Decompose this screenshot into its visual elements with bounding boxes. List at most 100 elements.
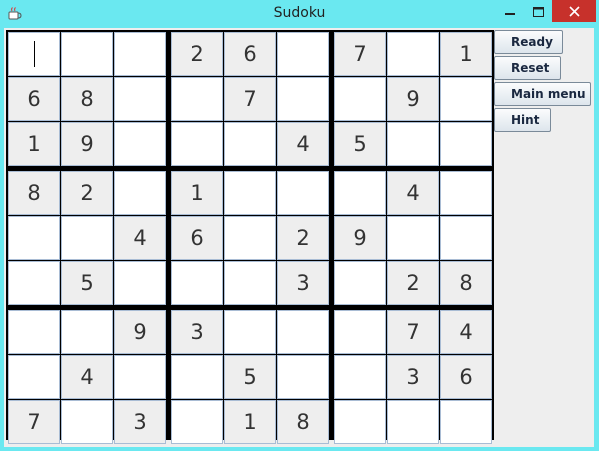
sudoku-cell-input[interactable] [8,32,60,76]
sudoku-cell-given[interactable]: 2 [61,171,113,215]
sudoku-cell-input[interactable] [114,171,166,215]
sudoku-cell-input[interactable] [224,171,276,215]
sudoku-cell-given[interactable]: 4 [440,310,492,354]
sudoku-cell-input[interactable] [334,355,386,399]
sudoku-cell-given[interactable]: 5 [224,355,276,399]
sudoku-cell-given[interactable]: 2 [171,32,223,76]
sudoku-cell-given[interactable]: 4 [387,171,439,215]
cell-value: 9 [353,226,367,250]
sudoku-cell-given[interactable]: 1 [171,171,223,215]
sudoku-cell-input[interactable] [440,171,492,215]
sudoku-cell-input[interactable] [114,32,166,76]
sudoku-cell-input[interactable] [334,261,386,305]
sudoku-cell-input[interactable] [277,355,329,399]
sudoku-cell-given[interactable]: 4 [61,355,113,399]
sudoku-cell-input[interactable] [61,32,113,76]
sudoku-cell-given[interactable]: 1 [8,122,60,166]
maximize-button[interactable] [524,0,552,22]
sudoku-cell-given[interactable]: 5 [61,261,113,305]
sudoku-cell-given[interactable]: 3 [114,400,166,444]
sudoku-cell-given[interactable]: 3 [277,261,329,305]
sudoku-cell-input[interactable] [277,310,329,354]
sudoku-cell-input[interactable] [8,216,60,260]
sudoku-cell-input[interactable] [440,216,492,260]
sudoku-cell-input[interactable] [171,122,223,166]
minimize-button[interactable] [496,0,524,22]
sudoku-cell-given[interactable]: 8 [277,400,329,444]
cell-value: 6 [27,87,41,111]
sudoku-cell-given[interactable]: 5 [334,122,386,166]
sudoku-cell-given[interactable]: 2 [277,216,329,260]
sudoku-cell-input[interactable] [277,77,329,121]
sudoku-cell-input[interactable] [8,310,60,354]
sudoku-cell-given[interactable]: 9 [387,77,439,121]
minimize-icon [505,2,515,21]
sudoku-cell-input[interactable] [334,171,386,215]
sudoku-cell-given[interactable]: 6 [224,32,276,76]
sudoku-cell-input[interactable] [8,355,60,399]
sudoku-cell-given[interactable]: 6 [440,355,492,399]
sudoku-cell-given[interactable]: 4 [114,216,166,260]
sudoku-cell-input[interactable] [387,400,439,444]
cell-value: 2 [80,181,94,205]
sudoku-cell-given[interactable]: 9 [114,310,166,354]
sudoku-cell-input[interactable] [61,216,113,260]
sudoku-cell-given[interactable]: 9 [61,122,113,166]
sudoku-cell-input[interactable] [171,355,223,399]
sudoku-cell-given[interactable]: 6 [8,77,60,121]
sudoku-cell-given[interactable]: 6 [171,216,223,260]
title-bar[interactable]: Sudoku [0,0,599,28]
cell-value: 1 [190,181,204,205]
maximize-icon [532,2,544,21]
sudoku-cell-input[interactable] [114,355,166,399]
sudoku-cell-given[interactable]: 7 [8,400,60,444]
sudoku-cell-input[interactable] [387,32,439,76]
hint-button[interactable]: Hint [494,108,551,132]
sudoku-cell-given[interactable]: 4 [277,122,329,166]
sudoku-cell-given[interactable]: 3 [171,310,223,354]
main-menu-button[interactable]: Main menu [494,82,591,106]
sudoku-cell-input[interactable] [387,216,439,260]
cell-value: 2 [190,42,204,66]
sudoku-cell-input[interactable] [277,171,329,215]
sudoku-cell-input[interactable] [171,77,223,121]
close-button[interactable] [552,0,596,22]
sudoku-cell-input[interactable] [334,77,386,121]
sudoku-cell-given[interactable]: 7 [334,32,386,76]
sudoku-cell-input[interactable] [387,122,439,166]
cell-value: 6 [190,226,204,250]
sudoku-cell-input[interactable] [114,77,166,121]
sudoku-cell-input[interactable] [114,261,166,305]
sudoku-cell-input[interactable] [224,261,276,305]
sudoku-cell-given[interactable]: 1 [224,400,276,444]
sudoku-cell-given[interactable]: 2 [387,261,439,305]
sudoku-cell-input[interactable] [224,310,276,354]
ready-button[interactable]: Ready [494,30,563,54]
sudoku-cell-given[interactable]: 1 [440,32,492,76]
sudoku-cell-given[interactable]: 8 [8,171,60,215]
sudoku-cell-input[interactable] [61,310,113,354]
sudoku-cell-input[interactable] [114,122,166,166]
sudoku-cell-input[interactable] [334,400,386,444]
sudoku-cell-given[interactable]: 3 [387,355,439,399]
sudoku-cell-input[interactable] [8,261,60,305]
cell-value: 1 [243,410,257,434]
sudoku-cell-input[interactable] [61,400,113,444]
sudoku-cell-input[interactable] [171,261,223,305]
sudoku-cell-given[interactable]: 8 [440,261,492,305]
sudoku-cell-given[interactable]: 9 [334,216,386,260]
sudoku-cell-input[interactable] [440,77,492,121]
sudoku-cell-input[interactable] [334,310,386,354]
sudoku-cell-input[interactable] [171,400,223,444]
sudoku-cell-given[interactable]: 8 [61,77,113,121]
cell-value: 9 [133,320,147,344]
sudoku-cell-given[interactable]: 7 [387,310,439,354]
sudoku-cell-input[interactable] [224,122,276,166]
sudoku-cell-input[interactable] [440,400,492,444]
sudoku-cell-given[interactable]: 7 [224,77,276,121]
sudoku-cell-input[interactable] [277,32,329,76]
sudoku-cell-input[interactable] [224,216,276,260]
sudoku-cell-input[interactable] [440,122,492,166]
reset-button[interactable]: Reset [494,56,561,80]
cell-value: 4 [296,132,310,156]
